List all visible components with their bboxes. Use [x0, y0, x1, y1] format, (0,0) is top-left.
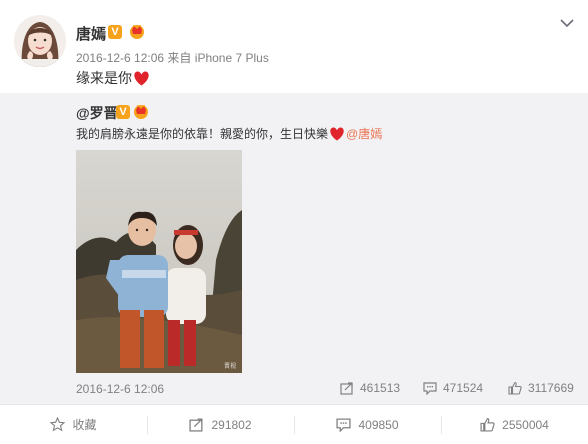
repost-text: 我的肩膀永遠是你的依靠！親愛的你，生日快樂 @唐嫣 — [76, 125, 382, 142]
weibo-post-card: 唐嫣 V 2016-12-6 12:06 来自 iPhone 7 Plus 缘来… — [0, 0, 588, 444]
repost-like[interactable]: 3117669 — [508, 379, 574, 397]
thumbs-up-icon — [480, 418, 495, 432]
repost-text-content: 我的肩膀永遠是你的依靠！親愛的你，生日快樂 — [76, 127, 329, 141]
forward-button[interactable]: 291802 — [147, 405, 294, 444]
repost-block: @罗晋 V 我的肩膀永遠是你的依靠！親愛的你，生日快樂 @唐嫣 晋视 2016-… — [0, 93, 588, 404]
crown-badge-icon[interactable] — [133, 102, 149, 120]
repost-forward[interactable]: 461513 — [340, 379, 400, 397]
avatar[interactable] — [14, 15, 66, 67]
verified-badge-icon: V — [116, 105, 130, 119]
post-text: 缘来是你 — [76, 68, 150, 88]
verified-badge-icon: V — [108, 25, 122, 39]
repost-author[interactable]: @罗晋 — [76, 103, 118, 123]
star-icon — [50, 417, 66, 432]
repost-photo[interactable]: 晋视 — [76, 150, 242, 373]
heart-emoji-icon — [134, 70, 149, 85]
forward-icon — [189, 418, 203, 432]
action-bar: 收藏 291802 409850 2550004 — [0, 404, 588, 444]
forward-icon — [340, 382, 353, 395]
favorite-label: 收藏 — [72, 418, 97, 432]
heart-emoji-icon — [330, 126, 344, 141]
mention-link[interactable]: @唐嫣 — [346, 125, 382, 142]
author-name[interactable]: 唐嫣 — [76, 23, 106, 44]
forward-count: 291802 — [211, 417, 252, 432]
comment-count: 409850 — [358, 417, 399, 432]
repost-comment-count: 471524 — [443, 381, 484, 395]
repost-timestamp[interactable]: 2016-12-6 12:06 — [76, 382, 164, 396]
post-meta: 2016-12-6 12:06 来自 iPhone 7 Plus — [76, 49, 269, 66]
comment-icon — [423, 382, 437, 395]
repost-like-count: 3117669 — [528, 381, 574, 395]
source-prefix: 来自 — [167, 51, 192, 65]
favorite-button[interactable]: 收藏 — [0, 405, 147, 444]
post-timestamp[interactable]: 2016-12-6 12:06 — [76, 51, 164, 65]
photo-watermark: 晋视 — [224, 362, 236, 370]
post-text-content: 缘来是你 — [76, 70, 132, 86]
like-count: 2550004 — [502, 417, 549, 432]
repost-comment[interactable]: 471524 — [423, 379, 483, 397]
post-source[interactable]: iPhone 7 Plus — [195, 51, 269, 65]
repost-forward-count: 461513 — [360, 381, 401, 395]
thumbs-up-icon — [508, 381, 522, 395]
like-button[interactable]: 2550004 — [441, 405, 588, 444]
chevron-down-icon[interactable] — [560, 18, 574, 28]
crown-badge-icon[interactable] — [129, 22, 145, 40]
comment-icon — [336, 418, 352, 432]
comment-button[interactable]: 409850 — [294, 405, 441, 444]
